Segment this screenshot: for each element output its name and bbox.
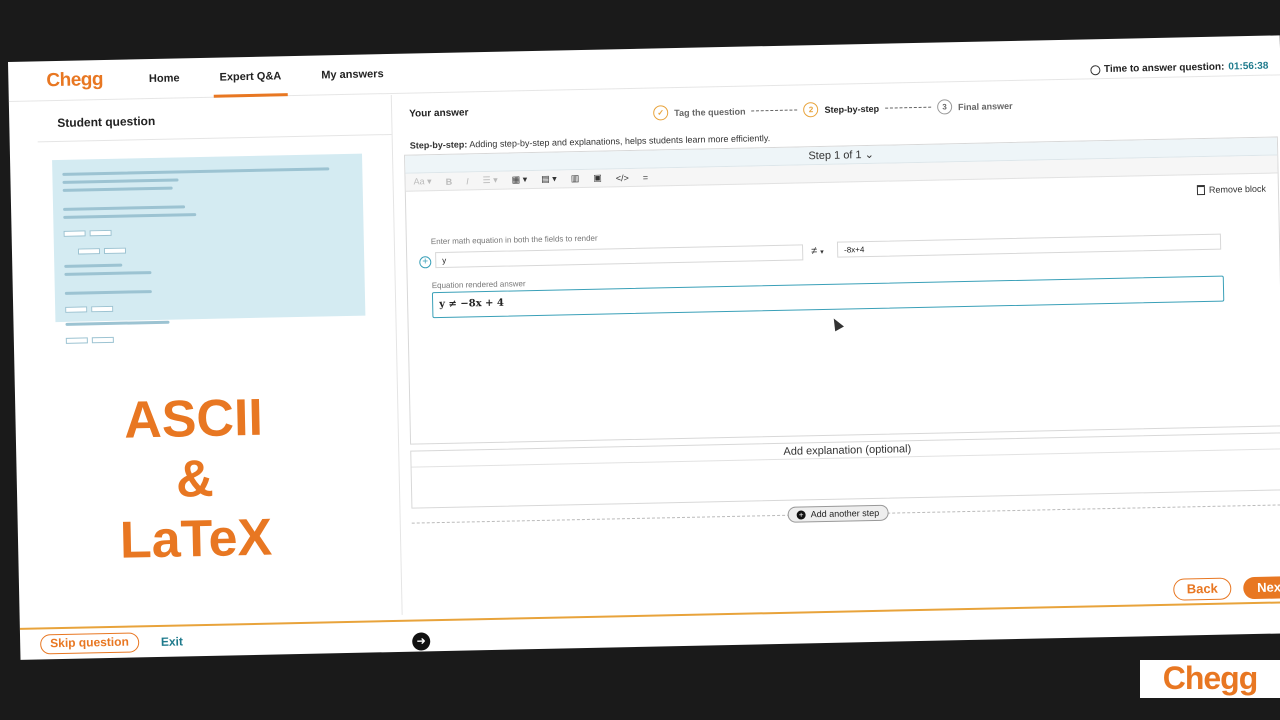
add-step-button[interactable]: + Add another step [787, 504, 889, 523]
italic-icon[interactable]: I [466, 176, 469, 186]
list-icon[interactable]: ☰ ▾ [483, 175, 498, 186]
relation-value: ≠ [811, 245, 818, 258]
skip-question-button[interactable]: Skip question [39, 632, 140, 655]
step-3-icon: 3 [936, 99, 953, 115]
overlay-line-3: LaTeX [119, 508, 273, 570]
chevron-down-icon: ▾ [820, 248, 824, 257]
info-body: Adding step-by-step and explanations, he… [469, 133, 771, 150]
math-hint: Enter math equation in both the fields t… [430, 233, 598, 247]
panel-title: Student question [36, 94, 392, 143]
progress-stepper: ✓ Tag the question 2 Step-by-step 3 Fina… [653, 98, 1013, 121]
remove-block-button[interactable]: Remove block [1196, 183, 1267, 196]
relation-select[interactable]: ≠ ▾ [811, 245, 824, 257]
plus-icon: + [796, 509, 806, 520]
step-final-label[interactable]: Final answer [958, 100, 1013, 111]
answer-title: Your answer [409, 107, 469, 120]
answer-panel: Your answer ✓ Tag the question 2 Step-by… [403, 76, 1280, 614]
timer-label: Time to answer question: [1103, 61, 1225, 76]
equation-icon[interactable]: = [643, 172, 648, 182]
rendered-equation[interactable]: y ≠ −8x + 4 [431, 275, 1225, 319]
nav-home[interactable]: Home [149, 58, 180, 99]
left-equation-field[interactable]: y [435, 244, 804, 269]
overlay-title: ASCII & LaTeX [103, 387, 287, 571]
app-window: Chegg Home Expert Q&A My answers Time to… [8, 35, 1280, 660]
chart-icon[interactable]: ▥ [571, 173, 580, 184]
stepper-divider [885, 106, 932, 109]
question-image [52, 153, 366, 344]
rendered-label: Equation rendered answer [431, 279, 526, 291]
overlay-line-2: & [175, 449, 215, 509]
step-header-label: Step 1 of 1 [808, 149, 862, 163]
clock-icon [1089, 64, 1101, 75]
student-question-panel: Student question ASCII & LaTeX ➜ [36, 94, 431, 651]
step-2-icon: 2 [803, 102, 819, 118]
back-button[interactable]: Back [1173, 577, 1232, 601]
grid-icon[interactable]: ▤ ▾ [541, 174, 557, 185]
add-step-label: Add another step [810, 507, 880, 520]
step-sbs-label[interactable]: Step-by-step [824, 103, 879, 114]
overlay-line-1: ASCII [123, 388, 264, 450]
explanation-box[interactable]: Add explanation (optional) [410, 432, 1280, 509]
add-row-icon[interactable]: + [419, 256, 432, 269]
stepper-divider [751, 109, 798, 112]
chegg-watermark-logo: Chegg [1140, 660, 1280, 698]
info-bold: Step-by-step: [409, 139, 468, 151]
bold-icon[interactable]: B [446, 176, 453, 186]
code-icon[interactable]: </> [616, 173, 629, 183]
nav-expert-qa[interactable]: Expert Q&A [219, 56, 282, 97]
table-icon[interactable]: ▦ ▾ [512, 174, 528, 185]
check-icon: ✓ [653, 105, 669, 121]
remove-block-label: Remove block [1208, 183, 1267, 195]
exit-link[interactable]: Exit [161, 634, 183, 648]
step-editor: Step 1 of 1 ⌄ Aa ▾ B I ☰ ▾ ▦ ▾ ▤ ▾ ▥ ▣ <… [404, 136, 1280, 445]
image-icon[interactable]: ▣ [593, 173, 602, 184]
answer-timer: Time to answer question: 01:56:38 [1089, 60, 1269, 76]
trash-icon [1196, 184, 1206, 196]
timer-value: 01:56:38 [1228, 60, 1269, 73]
right-equation-field[interactable]: -8x+4 [836, 233, 1222, 258]
chegg-logo[interactable]: Chegg [46, 69, 103, 92]
nav-my-answers[interactable]: My answers [321, 54, 384, 95]
next-button[interactable]: Next [1243, 576, 1280, 600]
step-tag-label[interactable]: Tag the question [674, 106, 746, 117]
font-size-icon[interactable]: Aa ▾ [413, 176, 431, 187]
chevron-down-icon: ⌄ [864, 148, 875, 162]
